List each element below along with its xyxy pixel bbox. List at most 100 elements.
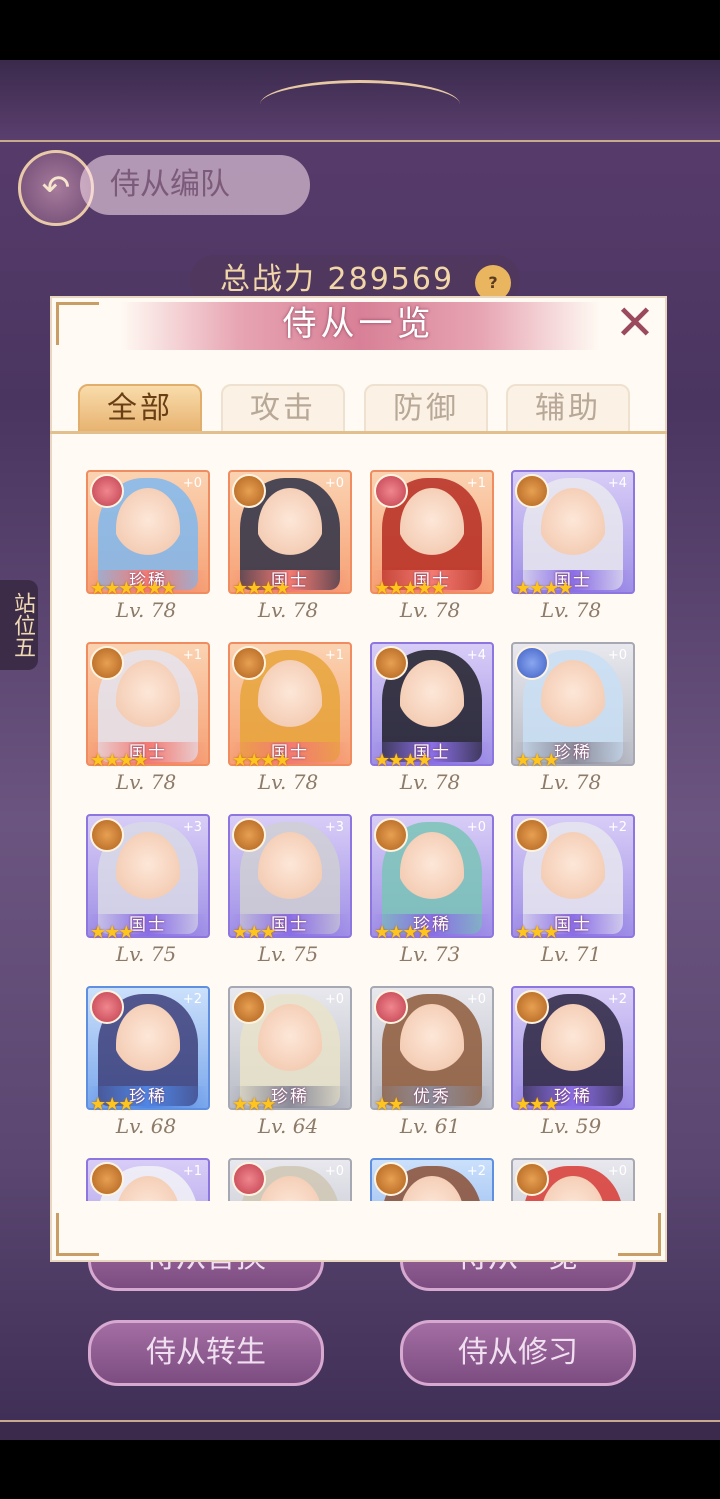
attendant-level: Lv. 61: [399, 1114, 461, 1138]
portrait-face: [116, 660, 180, 740]
portrait-face: [541, 832, 605, 912]
tab-defense[interactable]: 防御: [364, 384, 488, 434]
star-rating: ★★★★: [515, 578, 574, 599]
side-position-label: 站位五: [0, 580, 38, 670]
attendant-card[interactable]: +2 珍稀 ★★★ Lv. 59: [511, 986, 635, 1144]
attendant-portrait: +1: [86, 1158, 210, 1201]
attendant-card[interactable]: +1 国士 ★★★★★ Lv. 78: [370, 470, 494, 628]
portrait-face: [400, 660, 464, 740]
attendant-card[interactable]: +0 珍稀 ★★★★★★ Lv. 78: [86, 470, 210, 628]
attendant-level: Lv. 68: [115, 1114, 177, 1138]
enhance-level: +0: [324, 1164, 344, 1179]
attendant-card[interactable]: +2 珍稀 ★★★ Lv. 68: [86, 986, 210, 1144]
attendant-level: Lv. 78: [115, 598, 177, 622]
attendant-grid: +0 珍稀 ★★★★★★ Lv. 78 +0 国士 ★★★★ Lv. 78 +1 国士 ★★★★★ L…: [50, 466, 667, 1201]
attendant-portrait: +0 优秀: [370, 986, 494, 1110]
attack-type-icon: [90, 818, 124, 852]
star-rating: ★★★: [232, 1094, 276, 1115]
support-type-icon: [232, 1162, 266, 1196]
rebirth-button[interactable]: 侍从转生: [88, 1320, 324, 1386]
attendant-card[interactable]: +4 国士 ★★★★ Lv. 78: [511, 470, 635, 628]
portrait-face: [116, 1004, 180, 1084]
attack-type-icon: [515, 818, 549, 852]
portrait-face: [400, 488, 464, 568]
power-label: 总战力: [220, 262, 316, 297]
enhance-level: +3: [182, 820, 202, 835]
attendant-card[interactable]: +2 国士 ★★★ Lv. 71: [511, 814, 635, 972]
star-rating: ★★★: [90, 922, 134, 943]
practice-button[interactable]: 侍从修习: [400, 1320, 636, 1386]
attendant-portrait: +4 国士: [370, 642, 494, 766]
enhance-level: +1: [182, 648, 202, 663]
attendant-level: Lv. 78: [540, 770, 602, 794]
portrait-face: [258, 660, 322, 740]
close-icon[interactable]: ✕: [610, 298, 660, 348]
back-arrow-icon: ↶: [41, 168, 71, 208]
attendant-portrait: +0 珍稀: [370, 814, 494, 938]
attendant-portrait: +0 国士: [228, 470, 352, 594]
attendant-card[interactable]: +4 国士 ★★★★ Lv. 78: [370, 642, 494, 800]
attendant-portrait: +2 珍稀: [86, 986, 210, 1110]
attendant-portrait: +1 国士: [86, 642, 210, 766]
attack-type-icon: [515, 990, 549, 1024]
attack-type-icon: [374, 1162, 408, 1196]
attendant-card[interactable]: +1 国士 ★★★★ Lv. 78: [228, 642, 352, 800]
portrait-face: [258, 488, 322, 568]
portrait-face: [400, 1004, 464, 1084]
tab-all[interactable]: 全部: [78, 384, 202, 434]
star-rating: ★★★★: [232, 750, 291, 771]
attendant-card[interactable]: +0 珍稀 ★★★ Lv. 64: [228, 986, 352, 1144]
attendant-card[interactable]: +0: [511, 1158, 635, 1201]
attack-type-icon: [374, 646, 408, 680]
tab-support[interactable]: 辅助: [506, 384, 630, 434]
star-rating: ★★★: [515, 750, 559, 771]
support-type-icon: [374, 474, 408, 508]
attendant-portrait: +0 珍稀: [511, 642, 635, 766]
attendant-card[interactable]: +1 国士 ★★★★ Lv. 78: [86, 642, 210, 800]
portrait-face: [116, 832, 180, 912]
attack-type-icon: [232, 818, 266, 852]
attendant-level: Lv. 75: [115, 942, 177, 966]
attendant-portrait: +2: [370, 1158, 494, 1201]
enhance-level: +3: [324, 820, 344, 835]
enhance-level: +4: [466, 648, 486, 663]
attack-type-icon: [232, 474, 266, 508]
attendant-card[interactable]: +0 优秀 ★★ Lv. 61: [370, 986, 494, 1144]
attendant-card[interactable]: +1: [86, 1158, 210, 1201]
attendant-level: Lv. 75: [257, 942, 319, 966]
ornament-top: [260, 80, 460, 129]
star-rating: ★★★★★: [374, 578, 447, 599]
attendant-card[interactable]: +0 国士 ★★★★ Lv. 78: [228, 470, 352, 628]
attendant-portrait: +0 珍稀: [86, 470, 210, 594]
attendant-card[interactable]: +3 国士 ★★★ Lv. 75: [228, 814, 352, 972]
enhance-level: +2: [607, 820, 627, 835]
attendant-level: Lv. 73: [399, 942, 461, 966]
attendant-level: Lv. 78: [257, 770, 319, 794]
attendant-card[interactable]: +0: [228, 1158, 352, 1201]
portrait-face: [400, 832, 464, 912]
attendant-portrait: +1 国士: [228, 642, 352, 766]
attendant-card[interactable]: +2: [370, 1158, 494, 1201]
corner-ornament: [56, 1213, 99, 1256]
enhance-level: +1: [324, 648, 344, 663]
attendant-card[interactable]: +0 珍稀 ★★★★ Lv. 73: [370, 814, 494, 972]
attendant-level: Lv. 78: [257, 598, 319, 622]
tab-attack[interactable]: 攻击: [221, 384, 345, 434]
attendant-card[interactable]: +3 国士 ★★★ Lv. 75: [86, 814, 210, 972]
star-rating: ★★★★: [374, 922, 433, 943]
support-type-icon: [90, 990, 124, 1024]
attendant-level: Lv. 78: [399, 598, 461, 622]
attendant-level: Lv. 78: [399, 770, 461, 794]
star-rating: ★★★★: [232, 578, 291, 599]
attendant-level: Lv. 64: [257, 1114, 319, 1138]
enhance-level: +1: [182, 1164, 202, 1179]
enhance-level: +2: [607, 992, 627, 1007]
portrait-face: [541, 488, 605, 568]
enhance-level: +2: [466, 1164, 486, 1179]
enhance-level: +1: [466, 476, 486, 491]
attack-type-icon: [90, 1162, 124, 1196]
attack-type-icon: [374, 818, 408, 852]
attendant-card[interactable]: +0 珍稀 ★★★ Lv. 78: [511, 642, 635, 800]
enhance-level: +0: [466, 820, 486, 835]
defense-type-icon: [515, 646, 549, 680]
